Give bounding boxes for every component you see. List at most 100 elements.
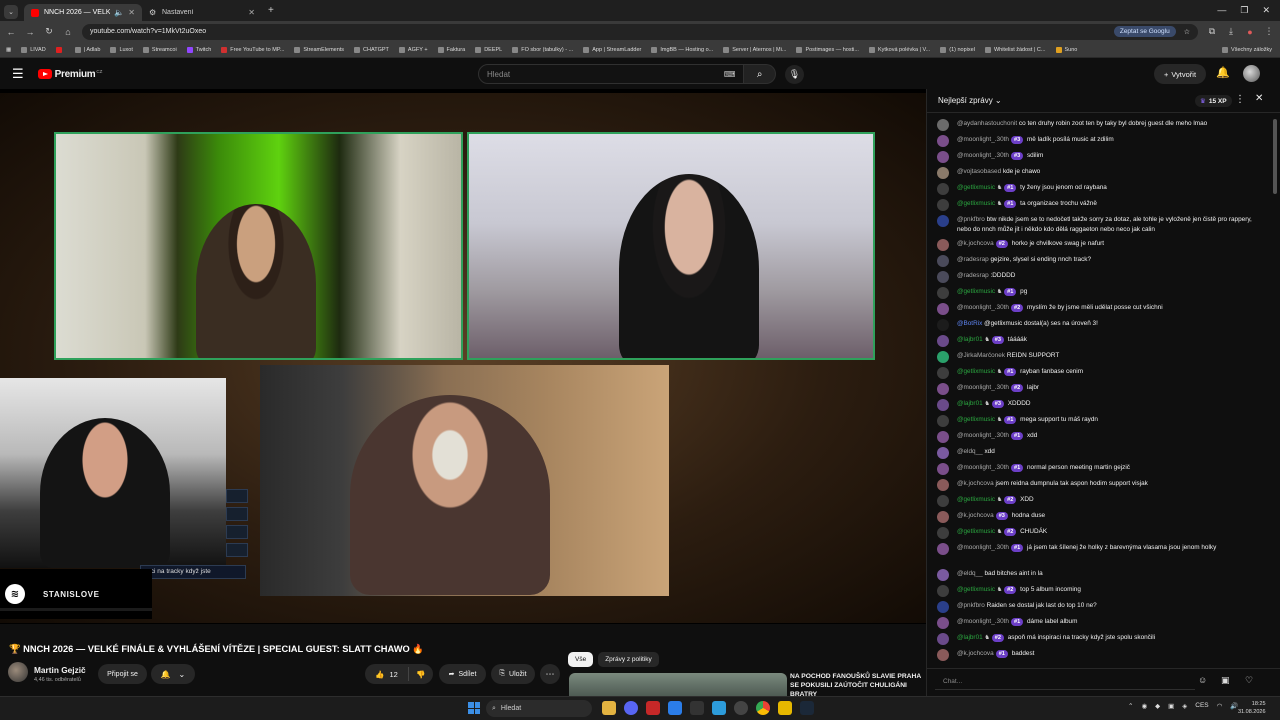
chat-author[interactable]: @getlixmusic [957, 496, 995, 503]
chat-author[interactable]: @radesrap [957, 272, 989, 279]
chat-message[interactable]: @moonlight_.30th #1 normal person meeting… [937, 463, 1263, 475]
tab-youtube[interactable]: NNCH 2026 — VELKÉ FINÁLE 🔈 ✕ [24, 4, 142, 21]
obs-icon[interactable] [734, 701, 748, 715]
chat-author-avatar[interactable] [937, 271, 949, 283]
chat-author[interactable]: @radesrap [957, 256, 989, 263]
bookmark-star-icon[interactable]: ☆ [1184, 28, 1190, 36]
chat-author[interactable]: @lajbr01 [957, 634, 983, 641]
bookmark-item[interactable] [55, 46, 65, 53]
chat-author-avatar[interactable] [937, 335, 949, 347]
hamburger-menu-icon[interactable]: ☰ [12, 66, 24, 82]
chat-author-avatar[interactable] [937, 119, 949, 131]
chat-author[interactable]: @getlixmusic [957, 368, 995, 375]
browser-menu-icon[interactable]: ⋮ [1264, 26, 1274, 37]
bookmark-item[interactable]: DEEPL [475, 46, 502, 53]
chat-author-avatar[interactable] [937, 399, 949, 411]
discord-icon[interactable] [624, 701, 638, 715]
chat-message[interactable]: @k.jochcova #1 baddest [937, 649, 1263, 661]
chat-author[interactable]: @moonlight_.30th [957, 464, 1009, 471]
bookmark-item[interactable]: Postimages — hosti... [796, 46, 859, 53]
chat-mode-dropdown[interactable]: Nejlepší zprávy ⌄ [938, 96, 1002, 105]
chat-message[interactable]: @eldq__ bad bitches aint in la [937, 569, 1263, 581]
extensions-icon[interactable]: ⧉ [1207, 26, 1217, 37]
chat-author[interactable]: @moonlight_.30th [957, 136, 1009, 143]
chat-author-avatar[interactable] [937, 151, 949, 163]
close-window-icon[interactable]: ✕ [1262, 5, 1270, 16]
forward-icon[interactable]: → [25, 27, 35, 37]
chat-author[interactable]: @lajbr01 [957, 336, 983, 343]
close-tab-icon[interactable]: ✕ [128, 8, 135, 17]
chat-message[interactable]: @moonlight_.30th #2 myslím že by jsme měl… [937, 303, 1263, 315]
more-actions-button[interactable]: ⋯ [540, 664, 560, 684]
chat-message[interactable]: @getlixmusic ♞ #1 pg [937, 287, 1263, 299]
share-button[interactable]: ➦ Sdílet [439, 664, 486, 684]
subscription-bell-button[interactable]: 🔔 ⌄ [151, 664, 195, 684]
chip-politics-news[interactable]: Zprávy z politiky [598, 652, 659, 667]
account-avatar[interactable] [1243, 65, 1260, 82]
video-player[interactable]: raci na tracky když jste ≋ STANISLOVE [0, 89, 926, 624]
tray-arrow-icon[interactable]: ⌃ [1128, 702, 1133, 710]
steam-icon[interactable] [800, 701, 814, 715]
chat-author-avatar[interactable] [937, 633, 949, 645]
chat-message[interactable]: @getlixmusic ♞ #1 mega support tu máš ray… [937, 415, 1263, 427]
close-chat-icon[interactable]: ✕ [1255, 93, 1263, 104]
chat-message[interactable]: @moonlight_.30th #1 já jsem tak šílenej ž… [937, 543, 1263, 555]
like-button[interactable]: 👍 12 [365, 667, 409, 681]
chat-author-avatar[interactable] [937, 383, 949, 395]
join-button[interactable]: Připojit se [98, 664, 147, 684]
windows-start-icon[interactable] [468, 702, 480, 714]
chat-message[interactable]: @getlixmusic ♞ #2 CHUDÁK [937, 527, 1263, 539]
taskbar-search[interactable]: ⌕ Hledat [486, 700, 592, 717]
chat-author[interactable]: @getlixmusic [957, 528, 995, 535]
chat-author-avatar[interactable] [937, 351, 949, 363]
chat-message[interactable]: @moonlight_.30th #1 dáme label album [937, 617, 1263, 629]
chat-author-avatar[interactable] [937, 543, 949, 555]
chat-author[interactable]: @moonlight_.30th [957, 432, 1009, 439]
notifications-bell-icon[interactable]: 🔔 [1216, 66, 1230, 79]
chat-author[interactable]: @pnkfbro [957, 602, 985, 609]
chat-message[interactable]: @getlixmusic ♞ #1 ta organizace trochu vá… [937, 199, 1263, 211]
xp-badge[interactable]: ♛ 15 XP [1195, 95, 1232, 107]
chat-message[interactable]: @k.jochcova #3 hodna duse [937, 511, 1263, 523]
chat-author[interactable]: @eldq__ [957, 448, 983, 455]
tray-app-icon[interactable]: ◆ [1155, 702, 1160, 710]
bookmark-item[interactable]: Streamcoi [142, 46, 177, 53]
wifi-icon[interactable]: ◠ [1217, 702, 1223, 710]
chat-author-avatar[interactable] [937, 447, 949, 459]
chat-author-avatar[interactable] [937, 287, 949, 299]
chat-author-avatar[interactable] [937, 479, 949, 491]
chat-message[interactable]: @k.jochcova #2 horko je chvilkove swag je… [937, 239, 1263, 251]
tray-app-icon[interactable]: ▣ [1168, 702, 1174, 710]
voice-search-button[interactable]: 🎙 [785, 65, 804, 84]
chat-message[interactable]: @getlixmusic ♞ #2 XDD [937, 495, 1263, 507]
tab-settings[interactable]: ⚙ Nastavení ✕ [142, 4, 262, 21]
chat-message-list[interactable]: @aydanhastouchonit co ten druhy robin zo… [927, 119, 1273, 668]
chat-author[interactable]: @getlixmusic [957, 200, 995, 207]
chat-author[interactable]: @moonlight_.30th [957, 304, 1009, 311]
chat-message[interactable]: @k.jochcova jsem reidna dumpnula tak asp… [937, 479, 1263, 491]
downloads-icon[interactable]: ⤓ [1226, 26, 1236, 37]
chat-author[interactable]: @moonlight_.30th [957, 618, 1009, 625]
chat-author-avatar[interactable] [937, 463, 949, 475]
tray-app-icon[interactable]: ◈ [1182, 702, 1187, 710]
bookmark-item[interactable]: ImgBB — Hosting o... [651, 46, 713, 53]
bookmark-item[interactable]: StreamElements [294, 46, 344, 53]
bookmark-item[interactable]: Twitch [186, 46, 211, 53]
dislike-button[interactable]: 👎 [409, 670, 433, 679]
bookmark-item[interactable]: Suno [1055, 46, 1077, 53]
ask-google-button[interactable]: Zeptat se Googlu [1113, 26, 1176, 37]
chat-author[interactable]: @k.jochcova [957, 650, 994, 657]
new-tab-button[interactable]: + [268, 5, 274, 16]
home-icon[interactable]: ⌂ [63, 27, 73, 37]
chat-message[interactable]: @JirkaMarčonek REIDN SUPPORT [937, 351, 1263, 363]
super-chat-icon[interactable]: ▣ [1221, 675, 1230, 686]
bookmark-item[interactable]: AGFY + [398, 46, 428, 53]
bookmark-item[interactable]: Server | Aternos | Mi... [723, 46, 786, 53]
speaker-icon[interactable]: 🔈 [114, 8, 124, 17]
reload-icon[interactable]: ↻ [44, 26, 54, 37]
bookmark-item[interactable]: Luxot [110, 46, 133, 53]
bookmark-item[interactable]: Kytková polévka | V... [868, 46, 930, 53]
chat-author-avatar[interactable] [937, 617, 949, 629]
chat-author[interactable]: @getlixmusic [957, 416, 995, 423]
chat-message[interactable]: @eldq__ xdd [937, 447, 1263, 459]
